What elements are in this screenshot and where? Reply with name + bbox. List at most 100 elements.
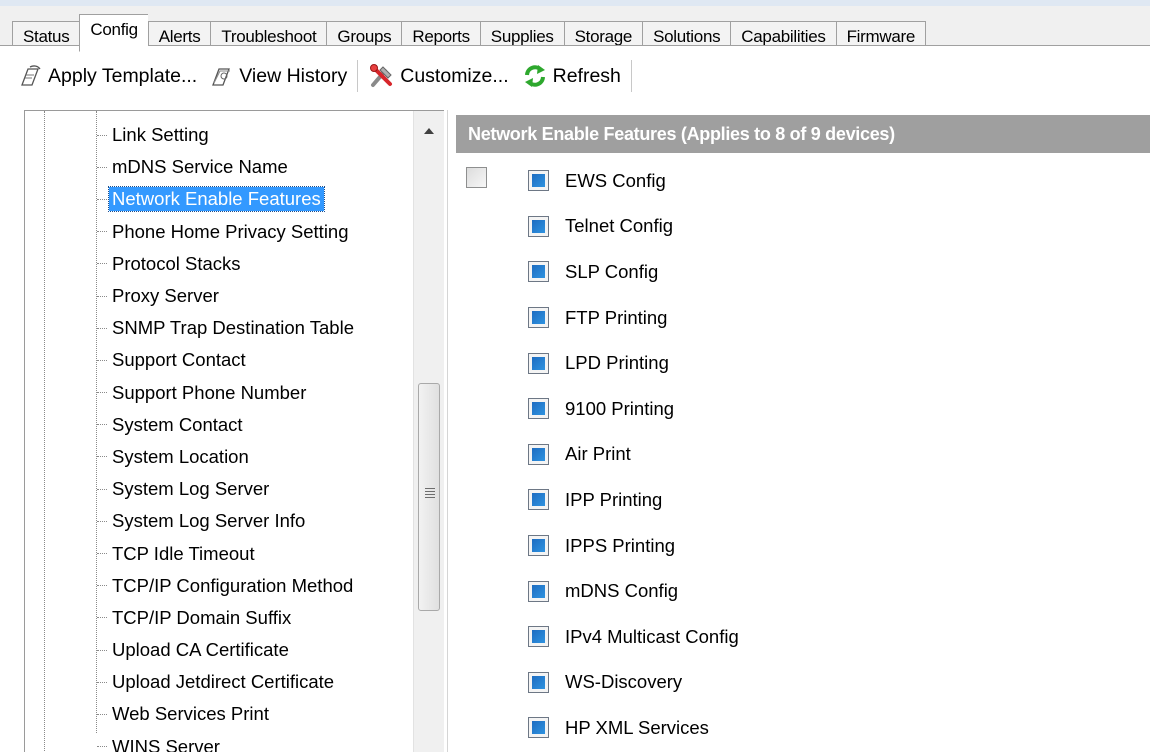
tree-item[interactable]: Support Phone Number xyxy=(97,377,357,409)
feature-checkbox[interactable] xyxy=(528,489,549,511)
tree-item[interactable]: System Log Server Info xyxy=(97,505,357,537)
feature-checkbox[interactable] xyxy=(528,261,549,283)
feature-row: IPv4 Multicast Config xyxy=(528,614,739,660)
indeterminate-mark-icon xyxy=(532,311,545,325)
tree-guide-line xyxy=(44,111,46,752)
feature-checkbox[interactable] xyxy=(528,352,549,374)
tree-item-label: Link Setting xyxy=(112,124,209,146)
tree-item-label: System Log Server xyxy=(112,478,270,500)
feature-checkbox[interactable] xyxy=(528,580,549,602)
tree-connector xyxy=(97,553,107,555)
feature-row: WS-Discovery xyxy=(528,660,739,706)
customize-button[interactable]: Customize... xyxy=(362,56,514,96)
tree-item[interactable]: Upload Jetdirect Certificate xyxy=(97,666,357,698)
toolbar-separator xyxy=(357,60,359,92)
tree-item[interactable]: SNMP Trap Destination Table xyxy=(97,312,357,344)
tree-item[interactable]: Proxy Server xyxy=(97,280,357,312)
scroll-up-button[interactable] xyxy=(414,111,444,151)
tree-item-label: Protocol Stacks xyxy=(112,252,241,274)
feature-label: SLP Config xyxy=(565,260,659,282)
view-history-button[interactable]: View History xyxy=(203,56,353,96)
tree-item[interactable]: Upload CA Certificate xyxy=(97,634,357,666)
tree-connector xyxy=(97,295,107,297)
tree-item[interactable]: System Log Server xyxy=(97,473,357,505)
tree-connector xyxy=(97,263,107,265)
feature-checkbox[interactable] xyxy=(528,215,549,237)
view-history-icon xyxy=(212,68,231,86)
tree-item-label: Proxy Server xyxy=(112,285,219,307)
tree-item-label: Support Phone Number xyxy=(112,381,307,403)
tree-connector xyxy=(97,456,107,458)
tree-item-label: WINS Server xyxy=(112,735,220,752)
tree-connector xyxy=(97,424,107,426)
feature-label: WS-Discovery xyxy=(565,671,683,693)
tree-item-label: SNMP Trap Destination Table xyxy=(112,317,354,339)
scroll-up-arrow-icon xyxy=(424,128,434,134)
feature-row: SLP Config xyxy=(528,249,739,295)
tree-connector xyxy=(97,488,107,490)
apply-template-button[interactable]: Apply Template... xyxy=(12,56,203,96)
tree-item[interactable]: TCP Idle Timeout xyxy=(97,537,357,569)
tree-item-label: Network Enable Features xyxy=(108,186,325,213)
view-history-label: View History xyxy=(239,64,348,87)
tree-item-label: TCP/IP Configuration Method xyxy=(112,574,354,596)
tree-connector xyxy=(97,166,107,168)
feature-row: IPP Printing xyxy=(528,477,739,523)
feature-row: LPD Printing xyxy=(528,340,739,386)
tree-connector xyxy=(97,585,107,587)
feature-checkbox[interactable] xyxy=(528,626,549,648)
tree-item[interactable]: Network Enable Features xyxy=(97,183,357,215)
tree-item-label: Upload Jetdirect Certificate xyxy=(112,671,335,693)
feature-row: 9100 Printing xyxy=(528,386,739,432)
tab-config[interactable]: Config xyxy=(79,14,148,52)
indeterminate-mark-icon xyxy=(532,174,545,188)
tree-item[interactable]: mDNS Service Name xyxy=(97,151,357,183)
tree-item[interactable]: WINS Server xyxy=(97,731,357,752)
feature-checkbox[interactable] xyxy=(528,170,549,192)
feature-row: Air Print xyxy=(528,432,739,478)
indeterminate-mark-icon xyxy=(532,721,545,735)
tree-item[interactable]: Support Contact xyxy=(97,344,357,376)
feature-checkbox[interactable] xyxy=(528,671,549,693)
indeterminate-mark-icon xyxy=(532,675,545,689)
indeterminate-mark-icon xyxy=(532,447,545,461)
refresh-button[interactable]: Refresh xyxy=(515,56,627,96)
tree-item[interactable]: System Location xyxy=(97,441,357,473)
tree-scrollbar[interactable] xyxy=(413,111,444,752)
tree-connector xyxy=(97,617,107,619)
toolbar: Apply Template... View History Customize… xyxy=(12,46,1150,106)
feature-checkbox[interactable] xyxy=(528,307,549,329)
feature-checkbox[interactable] xyxy=(528,717,549,739)
tree-item[interactable]: Phone Home Privacy Setting xyxy=(97,216,357,248)
apply-template-label: Apply Template... xyxy=(48,64,198,87)
indeterminate-mark-icon xyxy=(532,584,545,598)
feature-row: IPPS Printing xyxy=(528,523,739,569)
indeterminate-mark-icon xyxy=(532,493,545,507)
tree-connector xyxy=(97,713,107,715)
tree-item-list: Link Setting mDNS Service Name Network Ena… xyxy=(97,119,357,752)
tree-connector xyxy=(97,198,107,200)
tree-item[interactable]: Link Setting xyxy=(97,119,357,151)
tree-item[interactable]: System Contact xyxy=(97,409,357,441)
select-all-checkbox[interactable] xyxy=(466,167,487,188)
indeterminate-mark-icon xyxy=(532,219,545,233)
feature-row: FTP Printing xyxy=(528,295,739,341)
feature-checkbox[interactable] xyxy=(528,443,549,465)
panel-title: Network Enable Features (Applies to 8 of… xyxy=(456,115,1150,153)
feature-checkbox[interactable] xyxy=(528,398,549,420)
tree-item-label: System Location xyxy=(112,445,249,467)
feature-label: IPv4 Multicast Config xyxy=(565,625,739,647)
feature-row: HP XML Services xyxy=(528,705,739,751)
tree-item-label: TCP/IP Domain Suffix xyxy=(112,606,292,628)
feature-checkbox[interactable] xyxy=(528,535,549,557)
tree-connector xyxy=(97,746,107,748)
scroll-thumb[interactable] xyxy=(418,383,440,611)
tree-item[interactable]: TCP/IP Configuration Method xyxy=(97,570,357,602)
feature-row: Telnet Config xyxy=(528,204,739,250)
panel-divider xyxy=(447,110,448,752)
tree-connector xyxy=(97,392,107,394)
tree-item[interactable]: TCP/IP Domain Suffix xyxy=(97,602,357,634)
indeterminate-mark-icon xyxy=(532,356,545,370)
tree-item[interactable]: Web Services Print xyxy=(97,698,357,730)
tree-item[interactable]: Protocol Stacks xyxy=(97,248,357,280)
